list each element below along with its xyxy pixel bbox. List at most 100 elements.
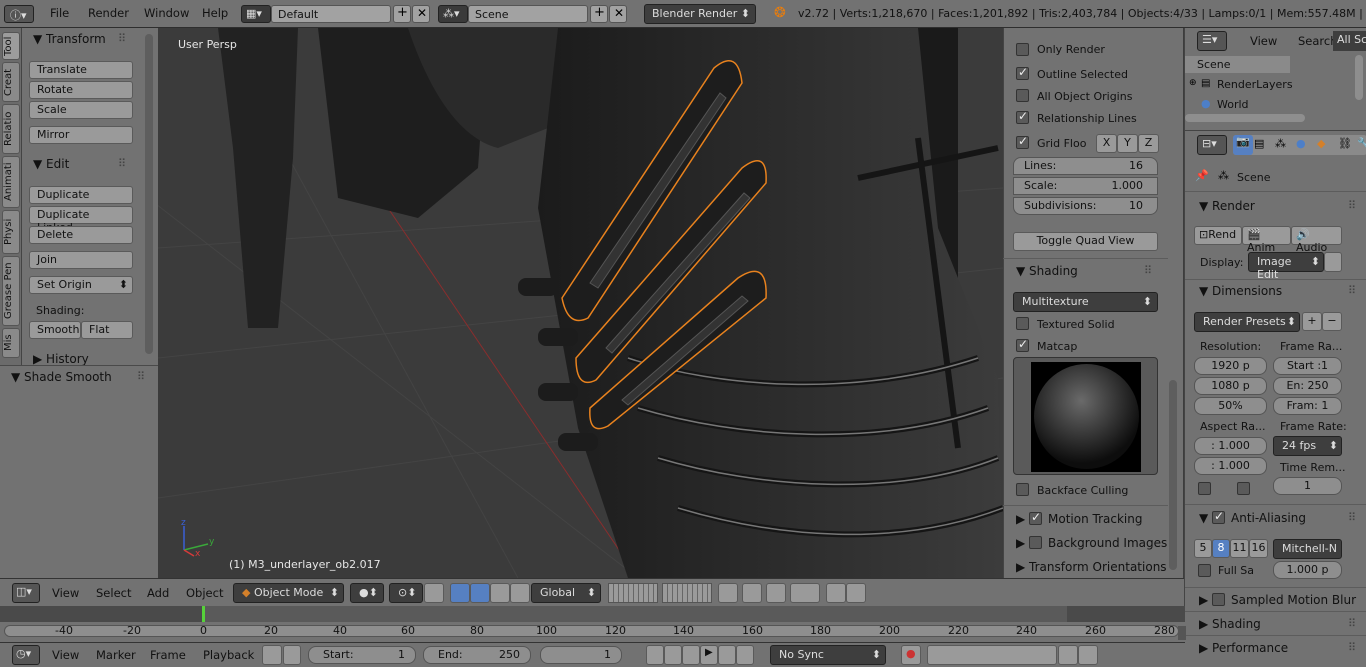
- anti-aliasing-panel-header[interactable]: ▼: [1199, 511, 1208, 525]
- record-keyframe-icon[interactable]: ●: [901, 645, 921, 665]
- delete-button[interactable]: Delete: [29, 226, 133, 244]
- constraints-context-icon[interactable]: ⛓: [1338, 137, 1352, 150]
- npanel-scrollbar[interactable]: [1169, 380, 1177, 570]
- start-frame-field[interactable]: Start: 1: [308, 646, 416, 664]
- scene-field[interactable]: Scene: [468, 5, 588, 23]
- mirror-button[interactable]: Mirror: [29, 126, 133, 144]
- aspect-x-field[interactable]: : 1.000: [1194, 437, 1267, 455]
- screen-layout-icon[interactable]: ▦▾: [241, 5, 271, 23]
- sync-mode-dropdown[interactable]: No Sync ⬍: [770, 645, 886, 665]
- edit-panel-header[interactable]: ▼ Edit: [33, 157, 69, 171]
- menu-window[interactable]: Window: [144, 6, 189, 20]
- tab-create[interactable]: Creat: [2, 62, 20, 102]
- tab-tools[interactable]: Tool: [2, 32, 20, 60]
- time-remap-field[interactable]: 1: [1273, 477, 1342, 495]
- resolution-x-field[interactable]: 1920 p: [1194, 357, 1267, 375]
- end-frame-field[interactable]: End: 250: [423, 646, 531, 664]
- history-panel-header[interactable]: ▶ History: [33, 352, 89, 366]
- jump-end-icon[interactable]: [736, 645, 754, 665]
- anti-aliasing-checkbox[interactable]: [1212, 509, 1225, 524]
- motion-tracking-checkbox[interactable]: [1029, 510, 1042, 525]
- toggle-quad-view-button[interactable]: Toggle Quad View: [1013, 232, 1158, 251]
- tab-grease-pencil[interactable]: Grease Pen: [2, 256, 20, 326]
- insert-keyframe-icon[interactable]: [1058, 645, 1078, 665]
- menu-select[interactable]: Select: [96, 586, 131, 600]
- rotate-manipulator-icon[interactable]: [470, 583, 490, 603]
- drag-handle-icon[interactable]: ⠿: [1348, 641, 1356, 654]
- drag-handle-icon[interactable]: ⠿: [1348, 617, 1356, 630]
- lock-time-icon[interactable]: [283, 645, 301, 665]
- render-presets-dropdown[interactable]: Render Presets ⬍: [1194, 312, 1300, 332]
- jump-keyframe-forward-icon[interactable]: [718, 645, 736, 665]
- resolution-y-field[interactable]: 1080 p: [1194, 377, 1267, 395]
- render-layers-context-icon[interactable]: ▤: [1254, 137, 1264, 150]
- outliner-v-scrollbar[interactable]: [1355, 55, 1363, 100]
- timeline-marker-menu[interactable]: Marker: [96, 648, 136, 662]
- viewport-shading-dropdown[interactable]: ●⬍: [350, 583, 384, 603]
- scene-selector-icon[interactable]: ⁂▾: [438, 5, 468, 23]
- object-context-icon[interactable]: ◆: [1317, 137, 1325, 150]
- opengl-render-image-icon[interactable]: [826, 583, 846, 603]
- timeline-h-scrollbar[interactable]: [4, 625, 1179, 637]
- render-engine-dropdown[interactable]: Blender Render ⬍: [644, 4, 756, 24]
- snap-element-dropdown[interactable]: [790, 583, 820, 603]
- editor-type-3d-icon[interactable]: ◫▾: [12, 583, 40, 603]
- grid-axis-x-toggle[interactable]: X: [1096, 134, 1117, 153]
- matcap-preview[interactable]: [1013, 357, 1158, 475]
- screen-layout-field[interactable]: Default: [271, 5, 391, 23]
- background-images-checkbox[interactable]: [1029, 536, 1042, 549]
- flat-button[interactable]: Flat: [81, 321, 133, 339]
- all-object-origins-checkbox[interactable]: [1016, 89, 1029, 102]
- aa-samples-8[interactable]: 8: [1212, 539, 1230, 558]
- menu-file[interactable]: File: [50, 6, 69, 20]
- interaction-mode-dropdown[interactable]: ◆ Object Mode ⬍: [233, 583, 344, 603]
- aa-samples-11[interactable]: 11: [1230, 539, 1249, 558]
- rotate-button[interactable]: Rotate: [29, 81, 133, 99]
- editor-type-properties-icon[interactable]: ⊟▾: [1197, 135, 1227, 155]
- add-screen-icon[interactable]: +: [393, 5, 411, 23]
- dimensions-panel-header[interactable]: ▼ Dimensions: [1199, 284, 1282, 298]
- jump-keyframe-back-icon[interactable]: [664, 645, 682, 665]
- only-render-checkbox[interactable]: [1016, 43, 1029, 56]
- drag-handle-icon[interactable]: ⠿: [1348, 284, 1356, 297]
- pivot-point-dropdown[interactable]: ⊙⬍: [389, 583, 423, 603]
- editor-type-outliner-icon[interactable]: ☰▾: [1197, 31, 1227, 51]
- editor-type-info-icon[interactable]: ⓘ▾: [4, 5, 34, 23]
- timeline-view-menu[interactable]: View: [52, 648, 79, 662]
- frame-end-field[interactable]: En: 250: [1273, 377, 1342, 395]
- outliner-item-scene[interactable]: Scene: [1197, 58, 1231, 71]
- scene-context-icon[interactable]: ⁂: [1275, 137, 1286, 150]
- timeline-playback-menu[interactable]: Playback: [203, 648, 254, 662]
- grid-axis-z-toggle[interactable]: Z: [1138, 134, 1159, 153]
- keying-set-field[interactable]: [927, 645, 1057, 665]
- display-dropdown[interactable]: Image Edit ⬍: [1248, 252, 1324, 281]
- 3d-viewport[interactable]: User Persp (1) M3_underlayer_ob2.017 z y…: [158, 28, 1003, 578]
- shading-mode-dropdown[interactable]: Multitexture ⬍: [1013, 292, 1158, 312]
- drag-handle-icon[interactable]: ⠿: [137, 370, 145, 383]
- tab-animation[interactable]: Animati: [2, 156, 20, 208]
- join-button[interactable]: Join: [29, 251, 133, 269]
- scene-layers-grid[interactable]: [662, 583, 712, 603]
- delete-keyframe-icon[interactable]: [1078, 645, 1098, 665]
- transform-orientations-panel-header[interactable]: ▶ Transform Orientations: [1016, 560, 1167, 574]
- backface-culling-checkbox[interactable]: [1016, 483, 1029, 496]
- background-images-panel-header[interactable]: ▶: [1016, 536, 1025, 550]
- sampled-motion-blur-checkbox[interactable]: [1212, 593, 1225, 606]
- menu-object[interactable]: Object: [186, 586, 223, 600]
- outliner-search-menu[interactable]: Search: [1298, 34, 1338, 48]
- shading-panel-header[interactable]: ▶ Shading: [1199, 617, 1261, 631]
- render-animation-button[interactable]: 🎬Anim: [1242, 226, 1291, 254]
- matcap-checkbox[interactable]: [1016, 337, 1029, 352]
- transform-orientation-dropdown[interactable]: Global ⬍: [531, 583, 601, 603]
- scene-layers-grid[interactable]: [608, 583, 658, 603]
- remove-preset-button[interactable]: −: [1322, 312, 1342, 331]
- scale-manipulator-icon[interactable]: [490, 583, 510, 603]
- delete-scene-icon[interactable]: ✕: [609, 5, 627, 23]
- outliner-item-renderlayers[interactable]: RenderLayers: [1217, 78, 1293, 91]
- full-sample-checkbox[interactable]: [1198, 564, 1211, 577]
- proportional-edit-icon[interactable]: [742, 583, 762, 603]
- shading-panel-header[interactable]: ▼ Shading: [1016, 264, 1078, 278]
- grid-floor-checkbox[interactable]: [1016, 134, 1029, 149]
- drag-handle-icon[interactable]: ⠿: [1348, 199, 1356, 212]
- render-context-icon[interactable]: 📷: [1233, 135, 1253, 155]
